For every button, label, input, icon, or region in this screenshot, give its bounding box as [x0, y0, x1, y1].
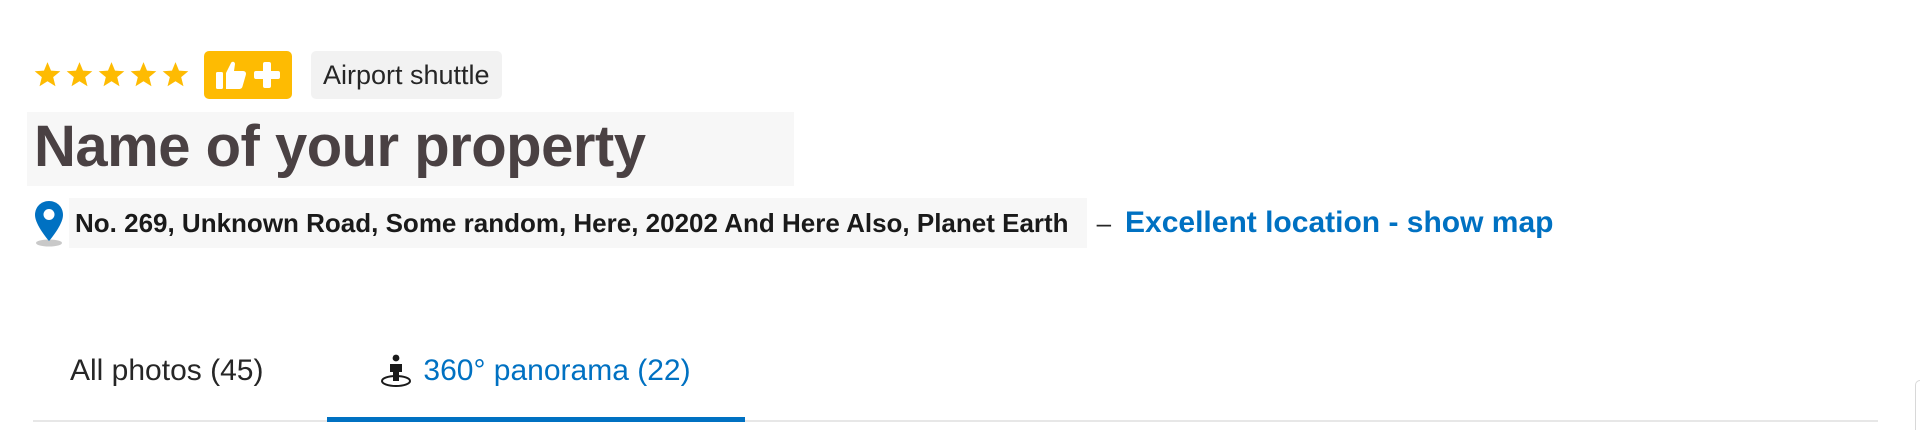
- panorama-person-icon: [379, 354, 423, 388]
- tab-360-panorama[interactable]: 360° panorama (22): [326, 322, 744, 420]
- preferred-partner-badge[interactable]: [204, 51, 292, 99]
- airport-shuttle-chip: Airport shuttle: [311, 51, 502, 99]
- show-map-link[interactable]: Excellent location - show map: [1125, 206, 1553, 240]
- map-pin-icon: [33, 199, 65, 247]
- star-icon: [161, 61, 190, 89]
- tab-label: All photos (45): [70, 354, 264, 387]
- property-title: Name of your property: [34, 114, 646, 179]
- address-row: No. 269, Unknown Road, Some random, Here…: [33, 198, 1553, 248]
- thumbs-up-icon: [215, 60, 247, 90]
- star-icon: [65, 61, 94, 89]
- property-header: Airport shuttle Name of your property No…: [0, 0, 1920, 430]
- photo-tabs: All photos (45) 360° panorama (22): [33, 322, 1878, 422]
- rating-badges-row: Airport shuttle: [33, 51, 502, 99]
- facility-chip-label: Airport shuttle: [323, 59, 490, 90]
- tab-label: 360° panorama (22): [423, 354, 691, 387]
- address-separator: –: [1096, 207, 1112, 238]
- star-icon: [129, 61, 158, 89]
- active-tab-indicator: [327, 417, 745, 422]
- tab-all-photos[interactable]: All photos (45): [70, 322, 263, 420]
- star-icon: [97, 61, 126, 89]
- property-address: No. 269, Unknown Road, Some random, Here…: [69, 198, 1087, 248]
- star-icon: [33, 61, 62, 89]
- panel-edge: [1915, 380, 1920, 430]
- plus-icon: [253, 61, 281, 89]
- address-text: No. 269, Unknown Road, Some random, Here…: [75, 207, 1069, 238]
- star-rating: [33, 61, 190, 89]
